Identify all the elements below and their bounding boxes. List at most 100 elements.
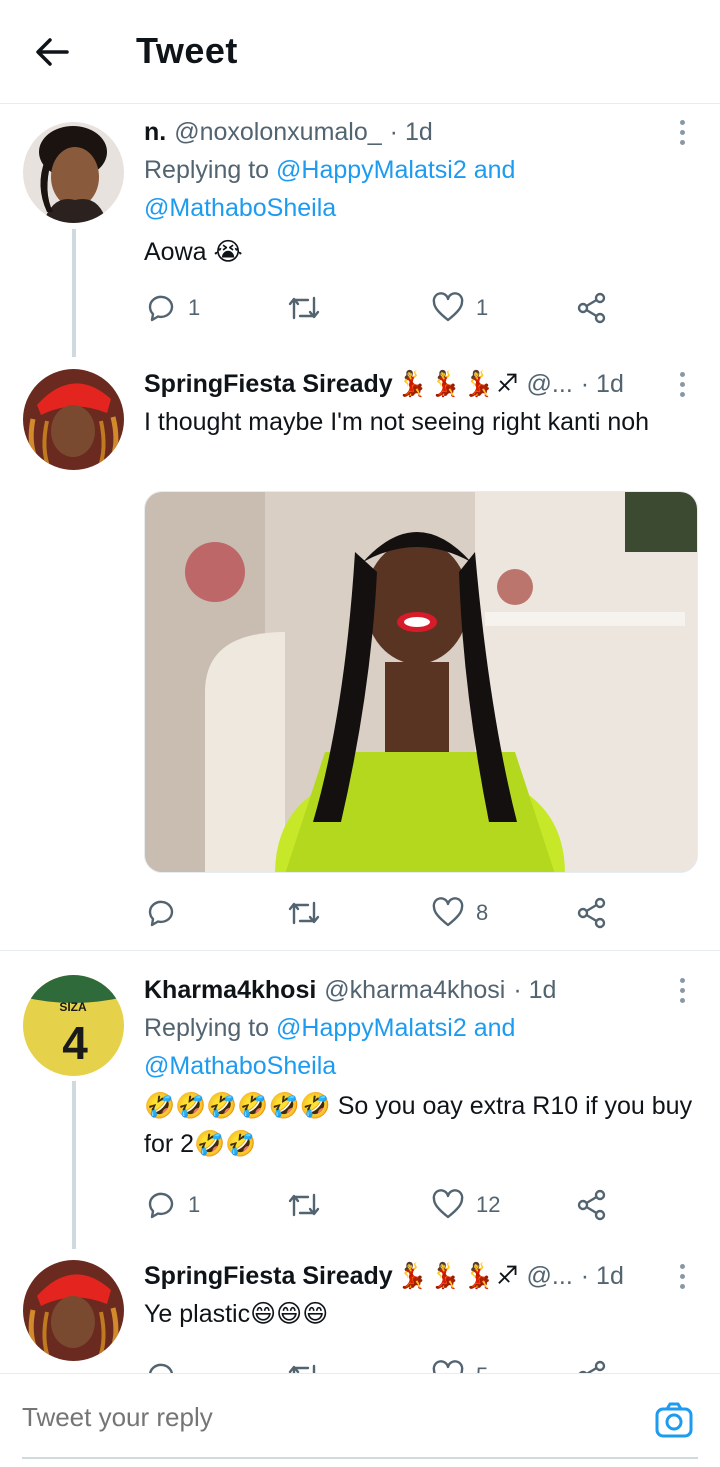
back-arrow-icon [36, 38, 69, 66]
display-name[interactable]: Kharma4khosi [144, 973, 316, 1007]
timestamp: · 1d [389, 118, 433, 146]
tweet-item[interactable]: SIZA 4 Kharma4khosi @kharma4khosi · 1d R… [0, 951, 720, 1249]
like-count: 5 [476, 1363, 488, 1373]
tweet-meta: SpringFiesta Siready 💃 💃 💃 ♐ @... · 1d [144, 1259, 698, 1293]
user-handle[interactable]: @... [527, 1259, 573, 1293]
reply-icon [148, 900, 174, 927]
reply-button[interactable] [144, 1356, 176, 1373]
reply-button[interactable]: 1 [144, 288, 200, 328]
more-options-button[interactable] [674, 372, 690, 404]
mention-link[interactable]: @MathaboSheila [144, 194, 336, 222]
reply-bar [0, 1373, 720, 1467]
user-handle[interactable]: @noxolonxumalo_ [174, 115, 381, 149]
replying-to: Replying to @HappyMalatsi2 and @MathaboS… [144, 151, 698, 227]
share-button[interactable] [576, 1356, 608, 1373]
tweet-meta: SpringFiesta Siready 💃 💃 💃 ♐ @... · 1d [144, 367, 698, 401]
tweet-item[interactable]: SpringFiesta Siready 💃 💃 💃 ♐ @... · 1d Y… [0, 1249, 720, 1373]
avatar[interactable] [23, 369, 124, 470]
avatar[interactable] [23, 122, 124, 223]
share-button[interactable] [576, 288, 608, 328]
tweet-text: Ye plastic😄😄😄 [144, 1300, 329, 1328]
sagittarius-emoji: ♐ [496, 1262, 519, 1290]
sagittarius-emoji: ♐ [496, 370, 519, 398]
more-options-button[interactable] [674, 1264, 690, 1296]
retweet-icon [288, 901, 320, 925]
timestamp: · 1d [580, 370, 624, 398]
display-name[interactable]: SpringFiesta Siready [144, 1259, 393, 1293]
dancer-emoji: 💃 [462, 1262, 495, 1290]
reply-icon [148, 1192, 174, 1219]
timestamp: · 1d [580, 1262, 624, 1290]
more-options-button[interactable] [674, 978, 690, 1010]
tweet-actions: 1 1 [144, 288, 614, 328]
replying-prefix: Replying to [144, 1014, 270, 1042]
dancer-emoji: 💃 [396, 1262, 428, 1290]
retweet-button[interactable] [286, 893, 322, 933]
input-underline [22, 1457, 698, 1459]
tweet-image[interactable] [144, 491, 698, 873]
camera-button[interactable] [654, 1400, 694, 1440]
reply-button[interactable] [144, 893, 176, 933]
tweet-actions: 8 [144, 893, 614, 933]
avatar[interactable] [23, 1260, 124, 1361]
name-emojis: 💃 💃 💃 ♐ [397, 1259, 519, 1293]
retweet-icon [288, 296, 320, 320]
like-icon [432, 1189, 464, 1219]
dancer-emoji: 💃 [429, 370, 461, 398]
tweet-item[interactable]: SpringFiesta Siready 💃 💃 💃 ♐ @... · 1d I… [0, 357, 720, 950]
dancer-emoji: 💃 [462, 370, 495, 398]
and-text: and [473, 1014, 516, 1042]
name-emojis: 💃 💃 💃 ♐ [397, 367, 519, 401]
top-bar: Tweet [0, 0, 720, 104]
tweet-text: I thought maybe I'm not seeing right kan… [144, 408, 650, 436]
tweet-item[interactable]: n. @noxolonxumalo_ · 1d Replying to @Hap… [0, 105, 720, 357]
share-button[interactable] [576, 893, 608, 933]
display-name[interactable]: SpringFiesta Siready [144, 367, 393, 401]
like-button[interactable]: 8 [432, 893, 488, 933]
dancer-emoji: 💃 [429, 1262, 461, 1290]
reply-input[interactable] [22, 1402, 582, 1433]
tweet-text: Aowa 😭 [144, 238, 243, 266]
avatar[interactable]: SIZA 4 [23, 975, 124, 1076]
retweet-icon [288, 1364, 316, 1373]
retweet-button[interactable] [286, 288, 322, 328]
more-icon [679, 978, 685, 983]
replying-to: Replying to @HappyMalatsi2 and @MathaboS… [144, 1009, 698, 1085]
reply-icon [148, 295, 174, 322]
tweet-actions: 5 [144, 1356, 614, 1373]
like-button[interactable]: 12 [432, 1185, 500, 1225]
display-name[interactable]: n. [144, 115, 166, 149]
more-icon [679, 1264, 685, 1269]
and-text: and [473, 156, 516, 184]
more-icon [679, 120, 685, 125]
timestamp: · 1d [513, 976, 557, 1004]
share-icon [578, 1360, 606, 1373]
mention-link[interactable]: @MathaboSheila [144, 1052, 336, 1080]
more-options-button[interactable] [674, 120, 690, 152]
tweet-feed[interactable]: n. @noxolonxumalo_ · 1d Replying to @Hap… [0, 105, 720, 1373]
share-icon [577, 897, 606, 929]
like-count: 1 [476, 295, 489, 320]
tweet-meta: n. @noxolonxumalo_ · 1d [144, 115, 698, 149]
reply-button[interactable]: 1 [144, 1185, 200, 1225]
dancer-emoji: 💃 [396, 370, 428, 398]
thread-line [72, 1081, 76, 1249]
like-button[interactable]: 5 [432, 1356, 488, 1373]
retweet-button[interactable] [286, 1185, 322, 1225]
user-handle[interactable]: @kharma4khosi [324, 973, 505, 1007]
replying-prefix: Replying to [144, 156, 270, 184]
avatar-text: SIZA [59, 1000, 87, 1014]
retweet-icon [288, 1193, 320, 1217]
reply-icon [149, 1363, 174, 1373]
tweet-text: 🤣🤣🤣🤣🤣🤣 So you oay extra R10 if you buy f… [144, 1092, 693, 1158]
mention-link[interactable]: @HappyMalatsi2 [276, 156, 467, 184]
back-button[interactable] [30, 32, 74, 72]
retweet-button[interactable] [286, 1356, 322, 1373]
like-icon [432, 292, 464, 322]
user-handle[interactable]: @... [527, 367, 573, 401]
more-icon [679, 372, 685, 377]
camera-icon [655, 1402, 693, 1438]
mention-link[interactable]: @HappyMalatsi2 [276, 1014, 467, 1042]
like-button[interactable]: 1 [432, 288, 488, 328]
share-button[interactable] [576, 1185, 608, 1225]
